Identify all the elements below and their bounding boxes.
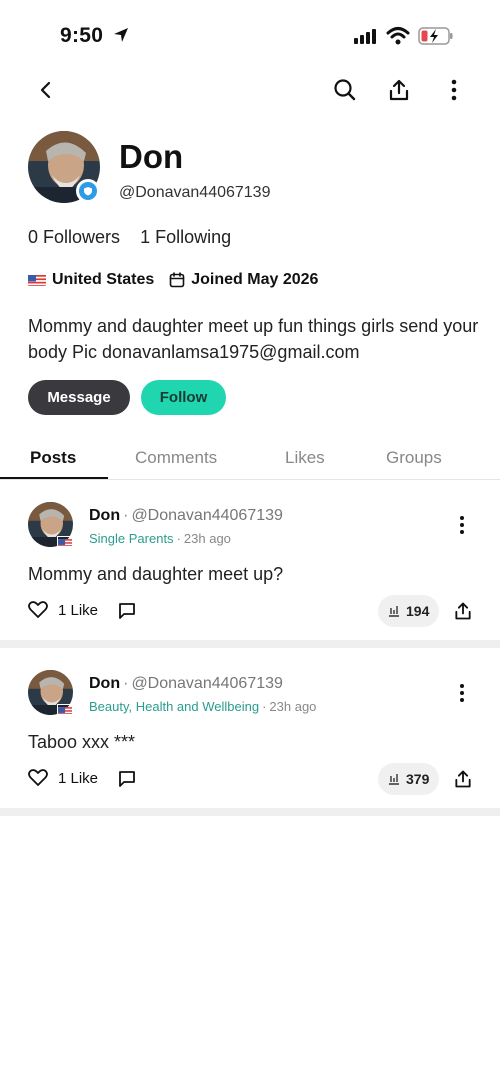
- search-icon: [334, 79, 356, 101]
- share-icon: [455, 770, 471, 788]
- follow-counts: 0 Followers 1 Following: [28, 227, 231, 248]
- us-flag-icon: [28, 274, 46, 286]
- share-icon: [389, 79, 409, 101]
- more-vertical-icon: [451, 79, 457, 101]
- calendar-icon: [169, 272, 185, 288]
- like-count: 1 Like: [58, 769, 99, 787]
- post-time: 23h ago: [269, 699, 317, 714]
- profile-name: Don: [119, 138, 184, 175]
- post-text: Taboo xxx ***: [28, 732, 136, 752]
- share-icon: [455, 602, 471, 620]
- location-text: United States: [52, 271, 155, 288]
- search-button[interactable]: [331, 76, 359, 104]
- comment-button[interactable]: [118, 602, 136, 625]
- post-separator: [0, 808, 500, 816]
- share-profile-button[interactable]: [385, 76, 413, 104]
- profile-handle: @Donavan44067139: [119, 184, 271, 201]
- status-bar: 9:50: [0, 0, 500, 70]
- heart-icon: [28, 601, 48, 618]
- post-share-button[interactable]: [453, 769, 473, 794]
- post-card[interactable]: Don · @Donavan44067139 Single Parents · 23h …: [0, 480, 500, 640]
- bar-chart-icon: [389, 774, 399, 785]
- comment-icon: [119, 603, 135, 619]
- followers-count: 0: [28, 227, 39, 247]
- profile-tabs: Posts Comments Likes Groups: [0, 440, 500, 480]
- post-card[interactable]: Don · @Donavan44067139 Beauty, Health and …: [0, 648, 500, 808]
- verified-badge: [76, 179, 100, 203]
- tab-groups[interactable]: Groups: [386, 448, 442, 468]
- joined-text: Joined May 2026: [191, 271, 319, 288]
- post-more-button[interactable]: [452, 681, 472, 705]
- post-handle: @Donavan44067139: [131, 507, 283, 524]
- tab-comments[interactable]: Comments: [135, 448, 217, 468]
- location-arrow-icon: [114, 28, 128, 42]
- post-header: Don · @Donavan44067139: [89, 507, 283, 524]
- post-handle: @Donavan44067139: [131, 675, 283, 692]
- comment-button[interactable]: [118, 770, 136, 793]
- post-actions: 1 Like 379: [28, 763, 478, 795]
- post-separator: [0, 640, 500, 648]
- post-group-link[interactable]: Single Parents: [89, 531, 174, 546]
- followers-link[interactable]: 0 Followers: [28, 227, 120, 248]
- following-count: 1: [140, 227, 151, 247]
- bar-chart-icon: [389, 606, 399, 617]
- more-options-button[interactable]: [440, 76, 468, 104]
- battery-charging-icon: [418, 27, 453, 45]
- comment-icon: [119, 771, 135, 787]
- views-count: 194: [406, 603, 430, 619]
- post-author[interactable]: Don: [89, 675, 120, 692]
- message-button[interactable]: Message: [28, 380, 130, 415]
- status-time: 9:50: [60, 24, 104, 47]
- back-button[interactable]: [32, 76, 60, 104]
- profile-meta: United States Joined May 2026: [28, 271, 318, 289]
- heart-icon: [28, 769, 48, 786]
- views-badge[interactable]: 194: [378, 595, 440, 627]
- views-count: 379: [406, 771, 430, 787]
- post-subheader: Beauty, Health and Wellbeing · 23h ago: [89, 699, 317, 714]
- wifi-icon: [386, 27, 410, 45]
- chevron-left-icon: [40, 81, 51, 99]
- cellular-signal-icon: [354, 28, 376, 44]
- post-more-button[interactable]: [452, 513, 472, 537]
- like-count: 1 Like: [58, 601, 99, 619]
- following-link[interactable]: 1 Following: [140, 227, 231, 248]
- post-time: 23h ago: [183, 531, 231, 546]
- like-button[interactable]: 1 Like: [28, 601, 98, 619]
- us-flag-icon: [57, 704, 73, 715]
- shield-icon: [84, 187, 92, 196]
- top-nav: [0, 70, 500, 110]
- following-label: Following: [155, 227, 232, 247]
- post-header: Don · @Donavan44067139: [89, 675, 283, 692]
- post-author[interactable]: Don: [89, 507, 120, 524]
- post-group-link[interactable]: Beauty, Health and Wellbeing: [89, 699, 259, 714]
- post-share-button[interactable]: [453, 601, 473, 626]
- post-text: Mommy and daughter meet up?: [28, 564, 284, 584]
- followers-label: Followers: [43, 227, 121, 247]
- like-button[interactable]: 1 Like: [28, 769, 98, 787]
- us-flag-icon: [57, 536, 73, 547]
- views-badge[interactable]: 379: [378, 763, 440, 795]
- profile-bio: Mommy and daughter meet up fun things gi…: [28, 316, 479, 362]
- post-actions: 1 Like 194: [28, 595, 478, 627]
- tab-posts[interactable]: Posts: [30, 448, 76, 468]
- tab-likes[interactable]: Likes: [285, 448, 325, 468]
- post-subheader: Single Parents · 23h ago: [89, 531, 231, 546]
- follow-button[interactable]: Follow: [141, 380, 226, 415]
